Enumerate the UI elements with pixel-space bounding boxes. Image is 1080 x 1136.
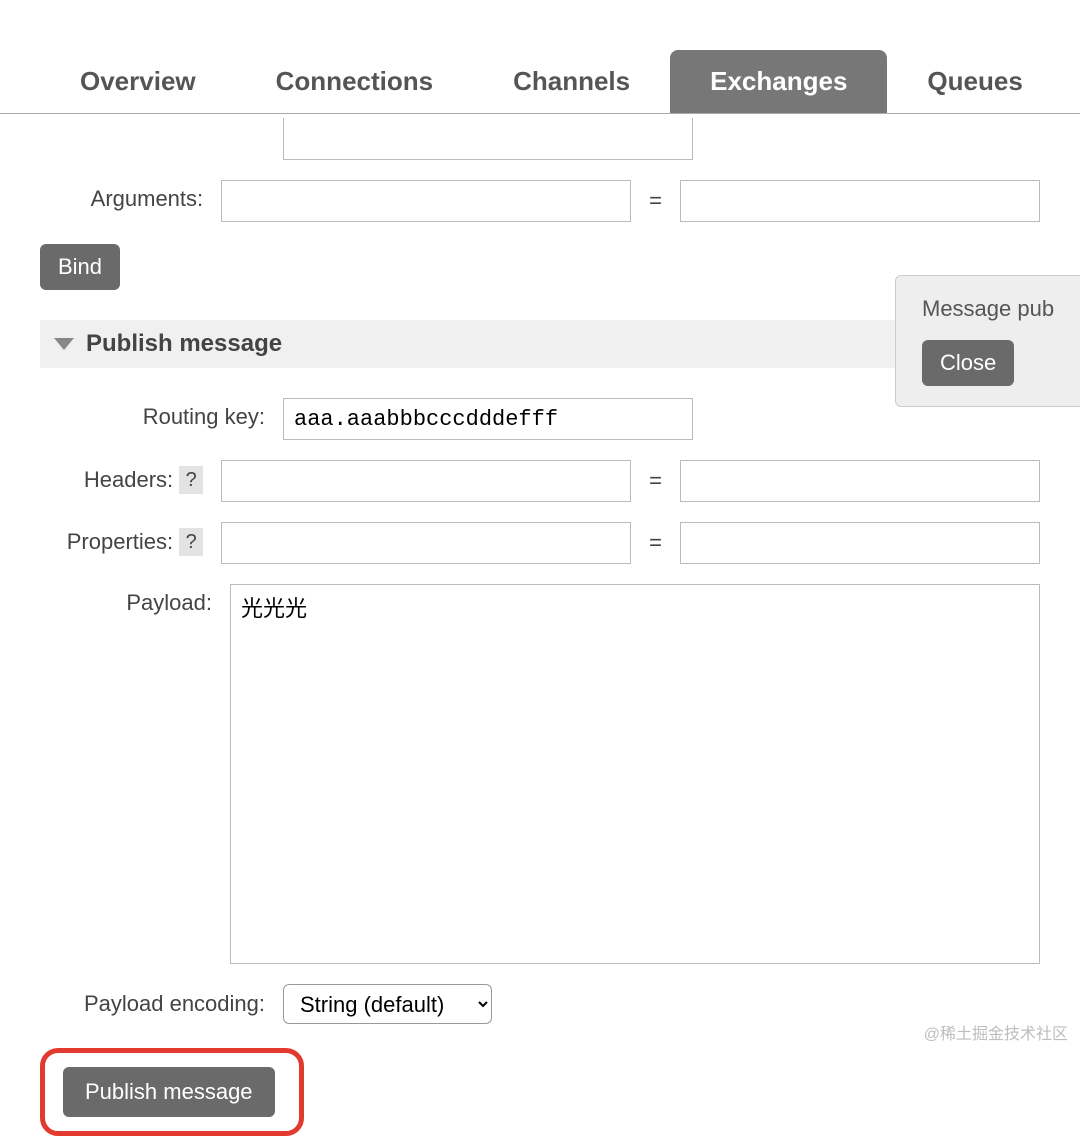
chevron-down-icon [54,338,74,350]
routing-key-row: Routing key: [40,398,1040,440]
popup-title: Message pub [922,296,1066,322]
headers-key-input[interactable] [221,460,631,502]
routing-key-label: Routing key: [40,398,265,430]
arguments-key-input[interactable] [221,180,631,222]
routing-key-input[interactable] [283,398,693,440]
payload-label: Payload: [40,584,212,616]
encoding-row: Payload encoding: String (default) [40,984,1040,1024]
bind-button[interactable]: Bind [40,244,120,290]
headers-label: Headers: [84,467,173,493]
tab-overview[interactable]: Overview [40,50,236,113]
equals-sign: = [649,530,662,556]
encoding-select[interactable]: String (default) [283,984,492,1024]
tab-exchanges[interactable]: Exchanges [670,50,887,113]
properties-help-icon[interactable]: ? [179,528,203,556]
properties-label: Properties: [67,529,173,555]
equals-sign: = [649,468,662,494]
arguments-row: Arguments: = [40,180,1040,222]
arguments-label: Arguments: [40,180,203,212]
cut-input[interactable] [283,118,693,160]
payload-row: Payload: [40,584,1040,964]
cut-off-row [40,118,1040,160]
headers-row: Headers: ? = [40,460,1040,502]
properties-row: Properties: ? = [40,522,1040,564]
publish-section-header[interactable]: Publish message [40,320,1040,368]
arguments-value-input[interactable] [680,180,1040,222]
publish-highlight: Publish message [40,1048,304,1136]
tab-channels[interactable]: Channels [473,50,670,113]
main-tabs: Overview Connections Channels Exchanges … [0,50,1080,114]
encoding-label: Payload encoding: [40,991,265,1017]
publish-section-title: Publish message [86,330,282,358]
equals-sign: = [649,188,662,214]
headers-value-input[interactable] [680,460,1040,502]
watermark: @稀土掘金技术社区 [924,1020,1068,1044]
tab-connections[interactable]: Connections [236,50,473,113]
headers-help-icon[interactable]: ? [179,466,203,494]
payload-textarea[interactable] [230,584,1040,964]
message-popup: Message pub Close [895,275,1080,407]
publish-button[interactable]: Publish message [63,1067,275,1117]
properties-key-input[interactable] [221,522,631,564]
properties-value-input[interactable] [680,522,1040,564]
close-button[interactable]: Close [922,340,1014,386]
tab-queues[interactable]: Queues [887,50,1062,113]
